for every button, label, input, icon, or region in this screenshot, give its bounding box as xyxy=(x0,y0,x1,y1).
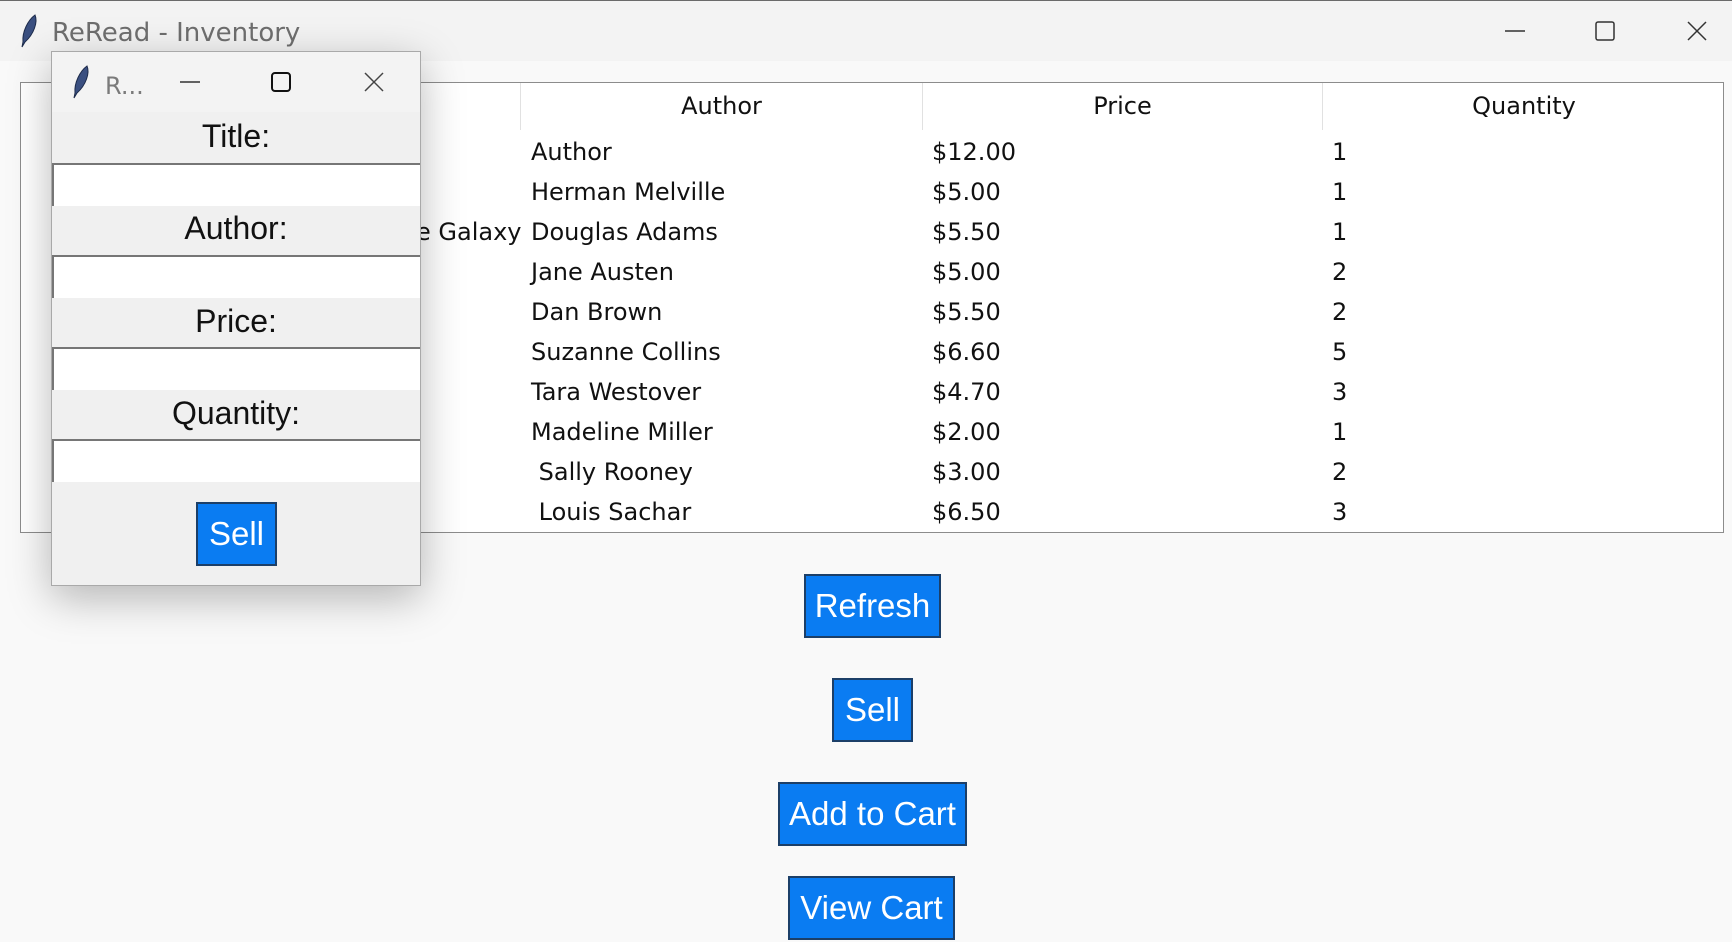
view-cart-button[interactable]: View Cart xyxy=(788,876,955,940)
title-field[interactable] xyxy=(52,163,420,206)
cell-author: Madeline Miller xyxy=(531,418,713,446)
cell-price: $5.50 xyxy=(932,298,1001,326)
cell-price: $12.00 xyxy=(932,138,1016,166)
close-icon[interactable] xyxy=(344,52,404,112)
author-label: Author: xyxy=(184,210,288,246)
cell-price: $4.70 xyxy=(932,378,1001,406)
cell-author: Herman Melville xyxy=(531,178,726,206)
sell-button[interactable]: Sell xyxy=(832,678,913,742)
column-header-author[interactable]: Author xyxy=(521,83,923,130)
window-title: ReRead - Inventory xyxy=(52,18,301,48)
close-icon[interactable] xyxy=(1652,1,1732,61)
cell-quantity: 1 xyxy=(1332,418,1348,446)
cell-title: e Galaxy xyxy=(416,218,522,246)
price-field[interactable] xyxy=(52,347,420,390)
cell-price: $5.50 xyxy=(932,218,1001,246)
maximize-icon[interactable] xyxy=(1560,1,1650,61)
cell-author: Dan Brown xyxy=(531,298,663,326)
cell-quantity: 5 xyxy=(1332,338,1348,366)
cell-quantity: 2 xyxy=(1332,298,1348,326)
dialog-sell-button[interactable]: Sell xyxy=(196,502,277,566)
cell-quantity: 2 xyxy=(1332,458,1348,486)
cell-author: Douglas Adams xyxy=(531,218,718,246)
cell-quantity: 1 xyxy=(1332,178,1348,206)
cell-price: $5.00 xyxy=(932,258,1001,286)
cell-author: Author xyxy=(531,138,612,166)
cell-quantity: 1 xyxy=(1332,138,1348,166)
author-field[interactable] xyxy=(52,255,420,298)
cell-price: $3.00 xyxy=(932,458,1001,486)
quantity-label: Quantity: xyxy=(171,395,301,431)
minimize-icon[interactable] xyxy=(160,52,220,112)
minimize-icon[interactable] xyxy=(1470,1,1560,61)
cell-quantity: 1 xyxy=(1332,218,1348,246)
cell-price: $6.60 xyxy=(932,338,1001,366)
dialog-title: R... xyxy=(105,72,144,100)
maximize-icon[interactable] xyxy=(251,52,311,112)
cell-price: $6.50 xyxy=(932,498,1001,526)
cell-author: Suzanne Collins xyxy=(531,338,721,366)
sell-dialog[interactable]: R... Title: Author: Price: Quantity: Sel… xyxy=(51,51,421,586)
cell-author: Sally Rooney xyxy=(531,458,693,486)
add-to-cart-button[interactable]: Add to Cart xyxy=(778,782,967,846)
refresh-button[interactable]: Refresh xyxy=(804,574,941,638)
cell-quantity: 3 xyxy=(1332,498,1348,526)
dialog-titlebar[interactable]: R... xyxy=(52,52,420,112)
column-header-quantity[interactable]: Quantity xyxy=(1323,83,1723,130)
cell-quantity: 2 xyxy=(1332,258,1348,286)
price-label: Price: xyxy=(195,303,277,339)
cell-price: $2.00 xyxy=(932,418,1001,446)
cell-author: Tara Westover xyxy=(531,378,702,406)
cell-quantity: 3 xyxy=(1332,378,1348,406)
feather-icon xyxy=(72,65,90,99)
cell-author: Jane Austen xyxy=(531,258,674,286)
feather-icon xyxy=(20,14,38,48)
quantity-field[interactable] xyxy=(52,439,420,482)
cell-author: Louis Sachar xyxy=(531,498,692,526)
title-label: Title: xyxy=(201,118,271,154)
cell-price: $5.00 xyxy=(932,178,1001,206)
column-header-price[interactable]: Price xyxy=(923,83,1323,130)
